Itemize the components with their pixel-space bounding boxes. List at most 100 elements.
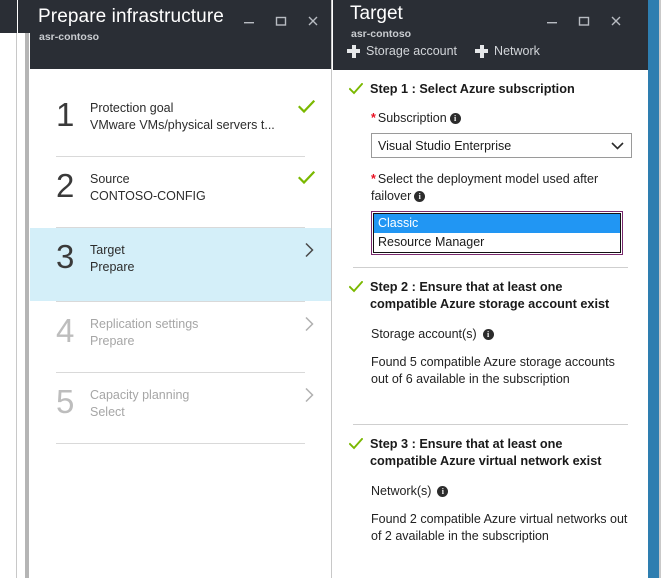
restore-button[interactable] <box>568 8 600 34</box>
step3-heading: Step 3 : Ensure that at least one compat… <box>370 437 602 468</box>
step-status <box>289 387 315 403</box>
step-value: CONTOSO-CONFIG <box>90 189 206 203</box>
application-window: Prepare infrastructure asr-contoso 1 Pro… <box>0 0 661 578</box>
restore-icon <box>275 16 287 26</box>
check-icon <box>349 281 363 293</box>
step-number: 1 <box>56 96 75 133</box>
restore-button[interactable] <box>265 8 297 34</box>
subscription-field: * Subscription i Visual Studio Enterprise <box>349 110 632 158</box>
close-icon <box>611 16 621 26</box>
step-status <box>289 171 315 185</box>
step-value: Select <box>90 405 125 419</box>
wizard-steps-list: 1 Protection goal VMware VMs/physical se… <box>30 86 331 578</box>
info-icon[interactable]: i <box>482 329 494 340</box>
subscription-value: Visual Studio Enterprise <box>378 138 512 153</box>
step-number: 4 <box>56 312 75 349</box>
sidebar-item-capacity-planning[interactable]: 5 Capacity planning Select <box>30 373 331 443</box>
storage-account-label-row: Storage account(s) i <box>349 326 632 343</box>
page-title: Prepare infrastructure <box>38 6 224 27</box>
storage-account-label: Storage account(s) <box>371 327 477 341</box>
command-bar: Storage account Network <box>347 44 540 58</box>
step1-section: Step 1 : Select Azure subscription * Subs… <box>349 70 632 255</box>
deployment-model-listbox[interactable]: Classic Resource Manager <box>373 213 621 253</box>
check-icon <box>298 100 315 114</box>
step-title: Target <box>90 243 125 257</box>
close-button[interactable] <box>600 8 632 34</box>
close-icon <box>308 16 318 26</box>
add-storage-account-button[interactable]: Storage account <box>347 44 457 58</box>
sidebar-item-source[interactable]: 2 Source CONTOSO-CONFIG <box>30 157 331 227</box>
step-title: Replication settings <box>90 317 199 331</box>
sidebar-item-protection-goal[interactable]: 1 Protection goal VMware VMs/physical se… <box>30 86 331 156</box>
left-titlebar: Prepare infrastructure asr-contoso <box>30 0 331 69</box>
step-value: VMware VMs/physical servers t... <box>90 118 275 132</box>
blade-subtitle: asr-contoso <box>351 28 412 40</box>
check-icon <box>298 171 315 185</box>
info-icon[interactable]: i <box>449 113 461 124</box>
listbox-option-classic[interactable]: Classic <box>374 214 620 233</box>
step3-section: Step 3 : Ensure that at least one compat… <box>349 425 632 545</box>
minimize-button[interactable] <box>233 8 265 34</box>
step-status <box>289 316 315 332</box>
prepare-infrastructure-blade: Prepare infrastructure asr-contoso 1 Pro… <box>30 0 332 578</box>
frame-outer-titlebar-cap <box>0 0 17 33</box>
chevron-right-icon <box>305 242 314 258</box>
subscription-select[interactable]: Visual Studio Enterprise <box>371 133 632 158</box>
sidebar-item-replication-settings[interactable]: 4 Replication settings Prepare <box>30 302 331 372</box>
plus-icon <box>475 44 489 58</box>
step-status <box>289 242 315 258</box>
info-icon[interactable]: i <box>414 191 426 202</box>
deployment-label: Select the deployment model used after f… <box>371 172 599 203</box>
step-separator <box>56 443 305 444</box>
minimize-button[interactable] <box>536 8 568 34</box>
deployment-label-row: * Select the deployment model used after … <box>371 171 632 205</box>
page-subtitle: asr-contoso <box>39 31 100 43</box>
step2-heading: Step 2 : Ensure that at least one compat… <box>370 280 610 311</box>
left-window-controls <box>233 8 329 34</box>
command-label: Network <box>494 44 540 58</box>
chevron-down-icon <box>611 141 624 150</box>
sidebar-item-target[interactable]: 3 Target Prepare <box>30 228 331 301</box>
step-title: Source <box>90 172 130 186</box>
close-button[interactable] <box>297 8 329 34</box>
step1-heading: Step 1 : Select Azure subscription <box>370 82 575 96</box>
add-network-button[interactable]: Network <box>475 44 540 58</box>
step3-heading-row: Step 3 : Ensure that at least one compat… <box>349 436 632 470</box>
check-icon <box>349 83 363 95</box>
deployment-model-field: * Select the deployment model used after … <box>349 171 632 255</box>
step-value: Prepare <box>90 260 135 274</box>
window-frame-inner-strip <box>18 0 30 578</box>
info-icon[interactable]: i <box>437 486 449 497</box>
subscription-label: Subscription <box>377 111 447 125</box>
network-label: Network(s) <box>371 484 432 498</box>
deployment-model-listbox-focus: Classic Resource Manager <box>371 211 623 255</box>
plus-icon <box>347 44 360 58</box>
step-title: Protection goal <box>90 101 174 115</box>
step-value: Prepare <box>90 334 135 348</box>
window-frame-outer-strip <box>0 0 17 578</box>
required-asterisk: * <box>371 111 376 125</box>
minimize-icon <box>547 22 557 24</box>
step1-heading-row: Step 1 : Select Azure subscription <box>349 81 632 98</box>
right-window-controls <box>536 8 632 34</box>
chevron-right-icon <box>305 316 314 332</box>
network-status: Found 2 compatible Azure virtual network… <box>371 512 628 543</box>
target-blade: Target asr-contoso Storage account Netwo… <box>333 0 648 578</box>
frame-inner-titlebar-cap <box>18 0 30 33</box>
step2-section: Step 2 : Ensure that at least one compat… <box>349 268 632 388</box>
chevron-right-icon <box>305 387 314 403</box>
blade-title: Target <box>350 3 403 24</box>
step-number: 5 <box>56 383 75 420</box>
listbox-option-resource-manager[interactable]: Resource Manager <box>374 233 620 252</box>
network-label-row: Network(s) i <box>349 483 632 500</box>
frame-inner-divider <box>25 33 29 578</box>
subscription-label-row: * Subscription i <box>371 110 632 127</box>
restore-icon <box>578 16 590 26</box>
storage-account-status: Found 5 compatible Azure storage account… <box>371 355 615 386</box>
step-status <box>289 100 315 114</box>
step-number: 2 <box>56 167 75 204</box>
check-icon <box>349 438 363 450</box>
step-title: Capacity planning <box>90 388 190 402</box>
right-titlebar: Target asr-contoso Storage account Netwo… <box>333 0 648 70</box>
step-number: 3 <box>56 238 75 275</box>
